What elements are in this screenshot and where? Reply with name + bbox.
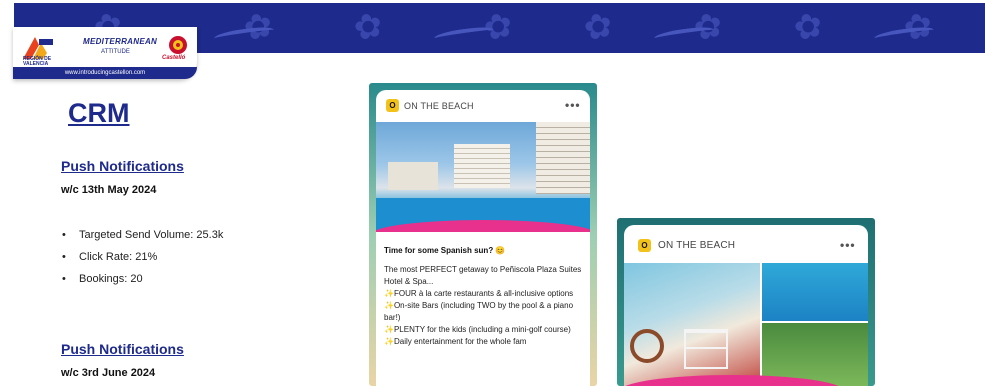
bunk-bed: [684, 329, 728, 369]
app-icon: O: [386, 99, 399, 112]
section-heading: Push Notifications: [61, 158, 184, 174]
body-line: ✨PLENTY for the kids (including a mini-g…: [384, 325, 571, 334]
stats-list: • Targeted Send Volume: 25.3k • Click Rate…: [62, 228, 223, 294]
swoosh-decoration: [433, 24, 495, 44]
hotel-building: [388, 162, 438, 190]
logo-castellon-text: Castelló: [162, 55, 186, 61]
app-name: ON THE BEACH: [404, 101, 474, 111]
bunk-bed-rail: [684, 347, 728, 349]
body-line: The most PERFECT getaway to Peñiscola Pl…: [384, 265, 582, 286]
list-item: • Click Rate: 21%: [62, 250, 223, 272]
bullet-icon: •: [62, 229, 66, 241]
list-item: • Targeted Send Volume: 25.3k: [62, 228, 223, 250]
castellon-logo-icon: [169, 36, 187, 54]
palm-icon: ✿: [579, 4, 617, 50]
logo-mediterranean-text: MEDITERRANEAN: [83, 37, 158, 46]
logo-region-text: REGIÓN DE VALENCIA: [23, 56, 52, 67]
bullet-icon: •: [62, 251, 66, 263]
notification-body: The most PERFECT getaway to Peñiscola Pl…: [384, 264, 584, 348]
palm-icon: ✿: [789, 4, 827, 50]
stat-send-volume: Targeted Send Volume: 25.3k: [79, 229, 224, 241]
app-name: ON THE BEACH: [658, 240, 736, 251]
push-notification-card: O ON THE BEACH ••• Time for some Spanish…: [369, 83, 597, 386]
push-notification-card: O ON THE BEACH •••: [617, 218, 875, 386]
body-line: ✨Daily entertainment for the whole fam: [384, 337, 527, 346]
section-date: w/c 13th May 2024: [61, 184, 157, 196]
logo-card: REGIÓN DE VALENCIA MEDITERRANEAN ATTITUD…: [13, 27, 197, 79]
page-title: CRM: [68, 98, 130, 128]
notification-panel: O ON THE BEACH •••: [624, 225, 868, 386]
ship-wheel-decoration: [630, 329, 664, 363]
more-options-icon[interactable]: •••: [840, 238, 856, 252]
body-line: ✨FOUR à la carte restaurants & all-inclu…: [384, 289, 574, 298]
section-heading: Push Notifications: [61, 341, 184, 357]
hotel-photo: [376, 122, 590, 232]
section-date: w/c 3rd June 2024: [61, 367, 156, 379]
list-item: • Bookings: 20: [62, 272, 223, 294]
stat-click-rate: Click Rate: 21%: [79, 251, 158, 263]
bullet-icon: •: [62, 273, 66, 285]
notification-title: Time for some Spanish sun? 😊: [384, 246, 506, 255]
kids-room-photo: [624, 263, 760, 386]
stat-bookings: Bookings: 20: [79, 273, 143, 285]
hotel-building: [454, 144, 510, 188]
pool-slide-photo: [762, 263, 868, 321]
logo-url: www.introducingcastellon.com: [13, 67, 197, 79]
notification-panel: O ON THE BEACH ••• Time for some Spanish…: [376, 90, 590, 386]
hotel-building: [536, 122, 590, 194]
app-icon: O: [638, 239, 651, 252]
body-line: ✨On-site Bars (including TWO by the pool…: [384, 301, 574, 322]
more-options-icon[interactable]: •••: [565, 98, 581, 112]
logo-attitude-text: ATTITUDE: [101, 49, 130, 55]
palm-icon: ✿: [349, 4, 387, 50]
